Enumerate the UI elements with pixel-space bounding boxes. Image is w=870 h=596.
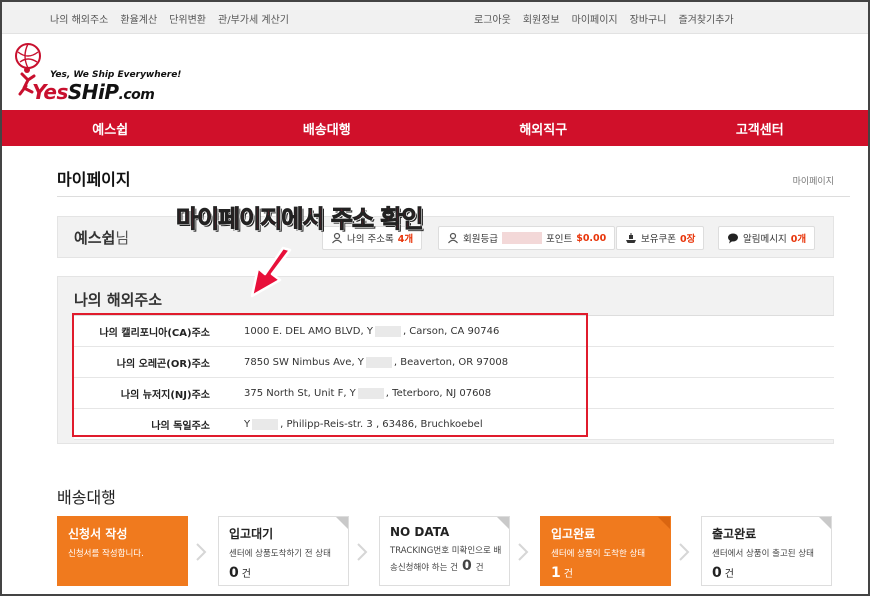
chevron-right-icon bbox=[518, 543, 529, 561]
link-cart[interactable]: 장바구니 bbox=[630, 11, 667, 26]
card-count-value: 0 bbox=[712, 565, 722, 581]
card-count-unit: 건 bbox=[241, 569, 251, 580]
card-desc-line2: 송신청해야 하는 건0건 bbox=[390, 558, 499, 574]
card-title: 출고완료 bbox=[712, 527, 757, 541]
card-count: 0건 bbox=[712, 565, 821, 581]
link-my-overseas-address[interactable]: 나의 해외주소 bbox=[50, 11, 108, 26]
title-divider bbox=[57, 196, 850, 197]
annotation-arrow-icon bbox=[250, 246, 292, 298]
card-count-value: 1 bbox=[551, 565, 561, 581]
card-title: 입고대기 bbox=[229, 527, 274, 541]
card-corner bbox=[819, 517, 831, 529]
link-mypage[interactable]: 마이페이지 bbox=[572, 11, 618, 26]
top-links-left: 나의 해외주소 환율계산 단위변환 관/부가세 계산기 bbox=[50, 2, 289, 34]
chevron-right-icon bbox=[357, 543, 368, 561]
card-count-value: 0 bbox=[461, 558, 472, 574]
card-count-value: 0 bbox=[229, 565, 239, 581]
card-desc2: 송신청해야 하는 건 bbox=[390, 563, 458, 573]
message-label: 알림메시지 bbox=[743, 234, 787, 245]
message-pill[interactable]: 알림메시지 0개 bbox=[718, 226, 816, 250]
card-shipped[interactable]: 출고완료 센터에서 상품이 출고된 상태 0건 bbox=[701, 516, 832, 586]
user-summary: 예스쉽님 나의 주소록 4개 회원등급 포인트 $0.00 보유쿠폰 0장 알림… bbox=[57, 216, 834, 258]
link-tax-calc[interactable]: 관/부가세 계산기 bbox=[218, 11, 289, 26]
card-desc: 센터에서 상품이 출고된 상태 bbox=[712, 549, 814, 559]
member-grade-icon bbox=[448, 232, 458, 244]
coupon-value: 0장 bbox=[679, 234, 696, 245]
logo-word-yes: Yes bbox=[32, 80, 68, 104]
shipping-section-title: 배송대행 bbox=[57, 488, 116, 507]
site-logo[interactable]: Yes, We Ship Everywhere! YesSHiP.com bbox=[10, 40, 200, 104]
user-name-value: 예스쉽 bbox=[74, 229, 116, 247]
link-bookmark[interactable]: 즐겨찾기추가 bbox=[678, 11, 733, 26]
logo-wordmark: YesSHiP.com bbox=[32, 80, 155, 104]
coupon-label: 보유쿠폰 bbox=[641, 234, 676, 245]
card-count-unit: 건 bbox=[475, 563, 484, 573]
ship-icon bbox=[626, 233, 636, 243]
logo-word-com: .com bbox=[118, 87, 155, 103]
card-awaiting-arrival[interactable]: 입고대기 센터에 상품도착하기 전 상태 0건 bbox=[218, 516, 349, 586]
logo-word-ship: SHiP bbox=[67, 80, 119, 104]
card-count-unit: 건 bbox=[724, 569, 734, 580]
link-exchange-calc[interactable]: 환율계산 bbox=[120, 11, 157, 26]
nav-shipping-agent[interactable]: 배송대행 bbox=[219, 110, 436, 146]
card-arrived[interactable]: 입고완료 센터에 상품이 도착한 상태 1건 bbox=[540, 516, 671, 586]
card-corner bbox=[658, 517, 670, 529]
message-value: 0개 bbox=[790, 234, 807, 245]
shipping-status-cards: 신청서 작성 신청서를 작성합니다. 입고대기 센터에 상품도착하기 전 상태 … bbox=[57, 516, 834, 586]
highlight-box bbox=[72, 313, 588, 437]
grade-redacted bbox=[501, 232, 542, 244]
card-application[interactable]: 신청서 작성 신청서를 작성합니다. bbox=[57, 516, 188, 586]
user-name: 예스쉽님 bbox=[74, 227, 129, 248]
link-member-info[interactable]: 회원정보 bbox=[523, 11, 560, 26]
card-no-data[interactable]: NO DATA TRACKING번호 미확인으로 배 송신청해야 하는 건0건 bbox=[379, 516, 510, 586]
card-corner bbox=[336, 517, 348, 529]
card-desc: 신청서를 작성합니다. bbox=[68, 549, 144, 559]
chevron-right-icon bbox=[196, 543, 207, 561]
card-title: 입고완료 bbox=[551, 527, 596, 541]
link-unit-convert[interactable]: 단위변환 bbox=[169, 11, 206, 26]
card-desc: 센터에 상품이 도착한 상태 bbox=[551, 549, 646, 559]
card-count: 0건 bbox=[229, 565, 338, 581]
card-title: NO DATA bbox=[390, 525, 450, 539]
breadcrumb[interactable]: 마이페이지 bbox=[793, 174, 834, 187]
card-title: 신청서 작성 bbox=[68, 527, 128, 541]
nav-direct-purchase[interactable]: 해외직구 bbox=[435, 110, 652, 146]
page-title: 마이페이지 bbox=[57, 170, 131, 189]
top-links-right: 로그아웃 회원정보 마이페이지 장바구니 즐겨찾기추가 bbox=[474, 2, 734, 34]
card-desc: TRACKING번호 미확인으로 배 bbox=[390, 546, 502, 556]
nav-customer-center[interactable]: 고객센터 bbox=[652, 110, 869, 146]
main-nav: 예스쉽 배송대행 해외직구 고객센터 bbox=[2, 110, 868, 146]
address-section-title: 나의 해외주소 bbox=[74, 291, 163, 309]
link-logout[interactable]: 로그아웃 bbox=[474, 11, 511, 26]
annotation-text: 마이페이지에서 주소 확인 bbox=[176, 205, 425, 234]
nav-yesship[interactable]: 예스쉽 bbox=[2, 110, 219, 146]
logo-tagline: Yes, We Ship Everywhere! bbox=[50, 70, 182, 80]
card-corner bbox=[497, 517, 509, 529]
point-label: 포인트 bbox=[545, 234, 573, 245]
card-desc: 센터에 상품도착하기 전 상태 bbox=[229, 549, 331, 559]
chevron-right-icon bbox=[679, 543, 690, 561]
speech-bubble-icon bbox=[728, 233, 738, 244]
grade-point-pill[interactable]: 회원등급 포인트 $0.00 bbox=[438, 226, 616, 250]
coupon-pill[interactable]: 보유쿠폰 0장 bbox=[616, 226, 705, 250]
card-count: 1건 bbox=[551, 565, 660, 581]
top-utility-bar: 나의 해외주소 환율계산 단위변환 관/부가세 계산기 로그아웃 회원정보 마이… bbox=[2, 2, 868, 34]
card-count-unit: 건 bbox=[563, 569, 573, 580]
user-honorific: 님 bbox=[115, 229, 130, 247]
point-value: $0.00 bbox=[576, 232, 607, 244]
grade-label: 회원등급 bbox=[463, 234, 498, 245]
